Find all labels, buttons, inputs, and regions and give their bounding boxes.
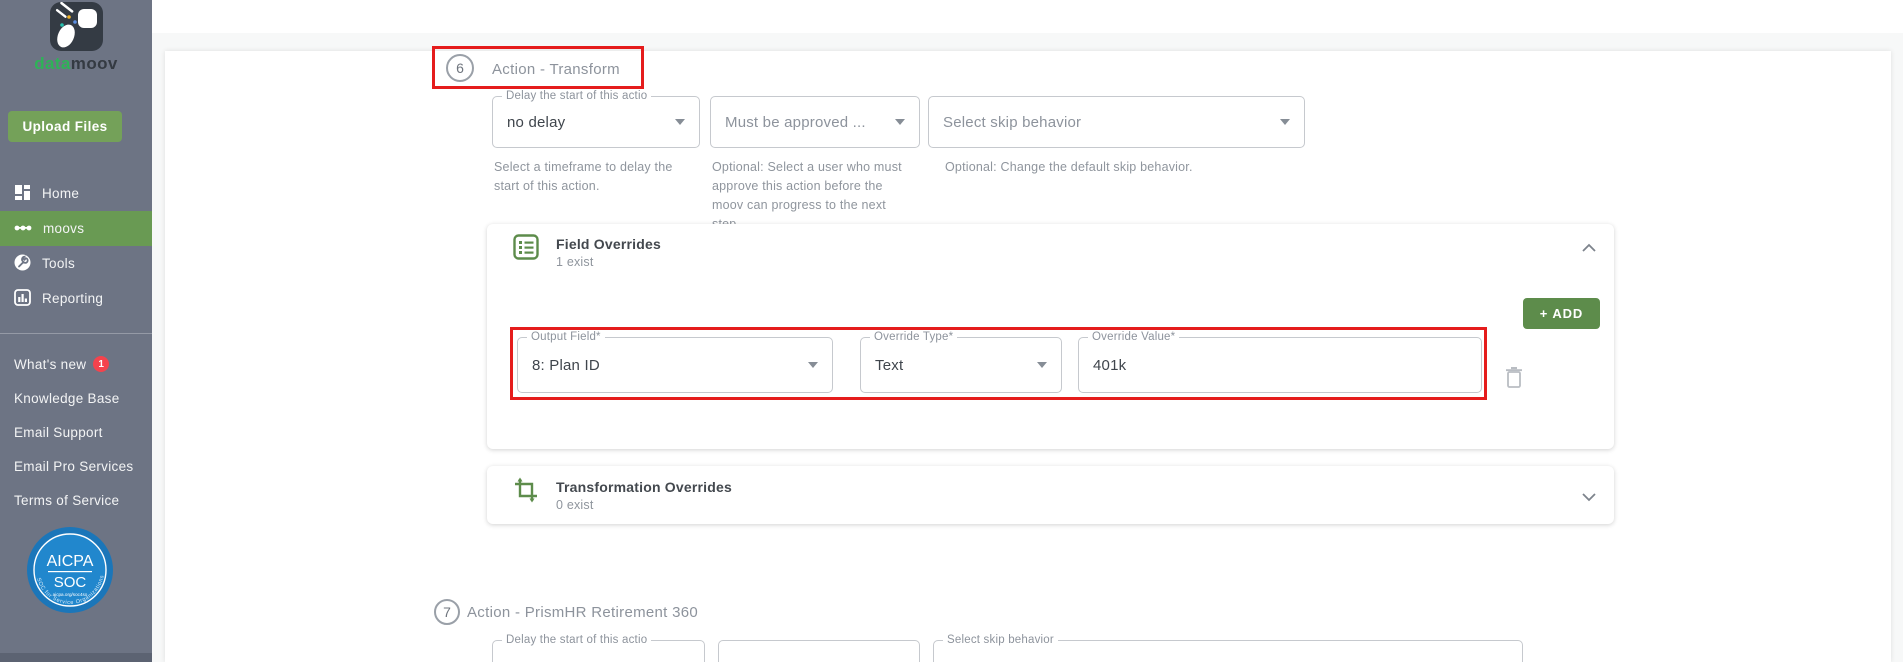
delay-select-value: no delay bbox=[507, 113, 566, 131]
field-overrides-count: 1 exist bbox=[556, 255, 594, 269]
approver-select-placeholder: Must be approved ... bbox=[725, 113, 866, 131]
field-overrides-list-icon bbox=[513, 234, 539, 265]
collapse-chevron-up-icon[interactable] bbox=[1576, 238, 1602, 258]
sidebar-item-tools[interactable]: Tools bbox=[0, 246, 152, 281]
sidebar-footer-strip bbox=[0, 653, 152, 662]
sidebar-link-whats-new[interactable]: What's new 1 bbox=[0, 347, 152, 381]
step-6-number: 6 bbox=[446, 54, 474, 82]
override-type-select[interactable]: Override Type* Text bbox=[860, 330, 1062, 393]
delay-select[interactable]: Delay the start of this actio no delay bbox=[492, 89, 700, 148]
upload-files-button[interactable]: Upload Files bbox=[8, 111, 122, 142]
sidebar-link-email-pro-services[interactable]: Email Pro Services bbox=[0, 449, 152, 483]
skip-behavior-7-label: Select skip behavior bbox=[943, 633, 1058, 648]
skip-behavior-select-7[interactable]: Select skip behavior bbox=[933, 633, 1523, 662]
transformation-overrides-transform-icon bbox=[513, 477, 539, 508]
app-window: TV datamoov Upload Files bbox=[0, 0, 1903, 662]
whats-new-count-badge: 1 bbox=[93, 356, 110, 372]
delay-select-label: Delay the start of this actio bbox=[502, 89, 652, 104]
skip-behavior-placeholder: Select skip behavior bbox=[943, 113, 1082, 131]
soc-badge-line2: SOC bbox=[54, 574, 87, 591]
sidebar-divider bbox=[0, 333, 152, 334]
brand-name-secondary: moov bbox=[70, 54, 118, 73]
link-label: Email Pro Services bbox=[14, 458, 134, 474]
bar-chart-icon bbox=[14, 288, 31, 309]
sidebar-item-label: Home bbox=[42, 186, 80, 201]
link-label: What's new bbox=[14, 356, 87, 372]
link-label: Email Support bbox=[14, 424, 103, 440]
link-label: Terms of Service bbox=[14, 492, 120, 508]
override-value-label: Override Value* bbox=[1088, 330, 1180, 345]
sidebar-link-email-support[interactable]: Email Support bbox=[0, 415, 152, 449]
wrench-icon bbox=[14, 254, 31, 274]
transformation-overrides-count: 0 exist bbox=[556, 498, 594, 512]
soc-badge-line1: AICPA bbox=[47, 553, 94, 570]
soc-badge-url: aicpa.org/soc4so bbox=[53, 592, 88, 597]
brand-wordmark: datamoov bbox=[0, 54, 152, 74]
link-label: Knowledge Base bbox=[14, 390, 120, 406]
skip-helper-text: Optional: Change the default skip behavi… bbox=[945, 160, 1193, 174]
sidebar-item-label: moovs bbox=[43, 221, 85, 236]
transformation-overrides-title: Transformation Overrides bbox=[556, 479, 732, 495]
brand-name-primary: data bbox=[34, 54, 71, 73]
section-6-title: Action - Transform bbox=[492, 61, 620, 78]
top-bar: TV bbox=[152, 0, 1903, 33]
approver-helper-text: Optional: Select a user who must approve… bbox=[712, 160, 902, 231]
add-field-override-button[interactable]: + ADD bbox=[1523, 298, 1600, 329]
sidebar-item-moovs[interactable]: moovs bbox=[0, 211, 152, 246]
chevron-down-icon bbox=[895, 119, 905, 125]
chevron-down-icon bbox=[675, 119, 685, 125]
sidebar-item-label: Reporting bbox=[42, 291, 104, 306]
skip-behavior-select[interactable]: Select skip behavior bbox=[928, 96, 1305, 148]
delay-helper-text: Select a timeframe to delay the start of… bbox=[494, 160, 673, 193]
sidebar-item-reporting[interactable]: Reporting bbox=[0, 281, 152, 316]
aicpa-soc-badge: SOC for Service Organizations AICPA SOC … bbox=[26, 526, 114, 614]
expand-chevron-down-icon[interactable] bbox=[1576, 487, 1602, 507]
override-value-text: 401k bbox=[1093, 356, 1127, 374]
home-icon bbox=[14, 184, 31, 204]
logo-icon bbox=[0, 1, 152, 57]
sidebar-links: What's new 1 Knowledge Base Email Suppor… bbox=[0, 347, 152, 517]
approver-select[interactable]: Must be approved ... bbox=[710, 96, 920, 148]
override-value-input[interactable]: Override Value* 401k bbox=[1078, 330, 1482, 393]
override-type-label: Override Type* bbox=[870, 330, 958, 345]
override-type-value: Text bbox=[875, 356, 904, 374]
step-7-number: 7 bbox=[434, 599, 460, 625]
transformation-overrides-card bbox=[487, 466, 1614, 524]
chevron-down-icon bbox=[1037, 362, 1047, 368]
field-overrides-title: Field Overrides bbox=[556, 236, 661, 252]
sidebar-item-home[interactable]: Home bbox=[0, 176, 152, 211]
sidebar-nav: Home moovs Tools Reporting bbox=[0, 176, 152, 316]
sidebar-item-label: Tools bbox=[42, 256, 76, 271]
sidebar: datamoov Upload Files Home moovs Tools R… bbox=[0, 0, 152, 662]
output-field-label: Output Field* bbox=[527, 330, 605, 345]
output-field-value: 8: Plan ID bbox=[532, 356, 600, 374]
approver-select-7[interactable] bbox=[718, 640, 920, 662]
sidebar-link-terms-of-service[interactable]: Terms of Service bbox=[0, 483, 152, 517]
trash-icon[interactable] bbox=[1502, 366, 1526, 392]
output-field-select[interactable]: Output Field* 8: Plan ID bbox=[517, 330, 833, 393]
chevron-down-icon bbox=[808, 362, 818, 368]
section-7-title: Action - PrismHR Retirement 360 bbox=[467, 604, 699, 621]
delay-select-7[interactable]: Delay the start of this actio bbox=[492, 633, 705, 662]
sidebar-link-knowledge-base[interactable]: Knowledge Base bbox=[0, 381, 152, 415]
moovs-dots-icon bbox=[14, 221, 32, 236]
chevron-down-icon bbox=[1280, 119, 1290, 125]
delay-select-7-label: Delay the start of this actio bbox=[502, 633, 652, 648]
